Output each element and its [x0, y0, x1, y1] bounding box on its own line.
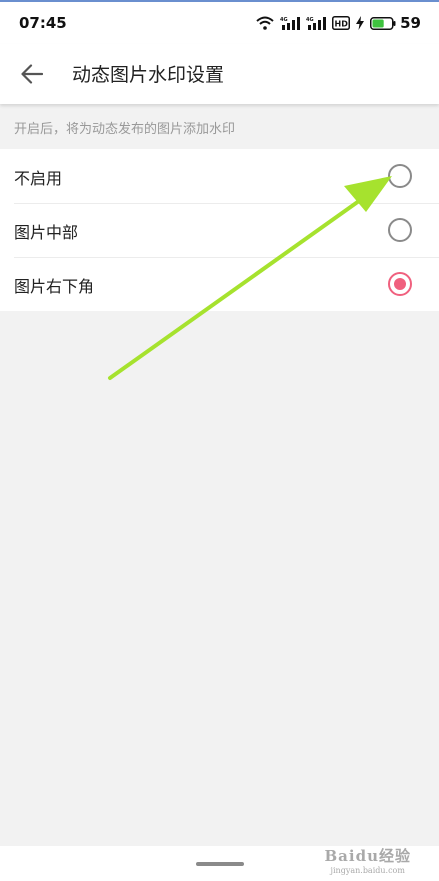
radio-button[interactable] [388, 272, 412, 296]
option-label: 图片中部 [14, 223, 79, 242]
home-indicator[interactable] [196, 862, 244, 866]
status-bar: 07:45 4G 4G HD 59 [0, 0, 439, 44]
signal-4g-icon: 4G [280, 17, 301, 30]
charging-icon [356, 16, 365, 30]
hd-label: HD [335, 20, 349, 29]
radio-button[interactable] [388, 164, 412, 188]
hd-icon: HD [332, 16, 351, 30]
battery-indicator: 59 [370, 14, 421, 32]
network-label-2: 4G [306, 17, 314, 23]
battery-level: 59 [400, 14, 421, 32]
status-icons: 4G 4G HD 59 [256, 14, 421, 32]
back-button[interactable] [16, 58, 48, 90]
option-disabled[interactable]: 不启用 [0, 149, 439, 203]
arrow-left-icon [21, 64, 43, 84]
option-center[interactable]: 图片中部 [0, 203, 439, 257]
status-time: 07:45 [19, 14, 67, 32]
watermark-url: jingyan.baidu.com [330, 866, 405, 875]
app-bar: 动态图片水印设置 [0, 44, 439, 104]
hint-section: 开启后，将为动态发布的图片添加水印 [0, 106, 439, 148]
hint-text: 开启后，将为动态发布的图片添加水印 [14, 122, 236, 137]
radio-button[interactable] [388, 218, 412, 242]
signal-4g-icon-2: 4G [306, 17, 327, 30]
watermark-logo: Baidu经验 [324, 847, 411, 865]
option-bottom-right[interactable]: 图片右下角 [0, 257, 439, 311]
wifi-icon [256, 16, 274, 30]
network-label-1: 4G [280, 17, 288, 23]
page-title: 动态图片水印设置 [72, 64, 225, 86]
baidu-watermark: Baidu经验 jingyan.baidu.com [325, 845, 412, 875]
battery-icon [370, 16, 396, 30]
option-label: 图片右下角 [14, 277, 95, 296]
navigation-bar: Baidu经验 jingyan.baidu.com [0, 846, 439, 881]
watermark-options-list: 不启用 图片中部 图片右下角 [0, 149, 439, 311]
option-label: 不启用 [14, 169, 63, 188]
